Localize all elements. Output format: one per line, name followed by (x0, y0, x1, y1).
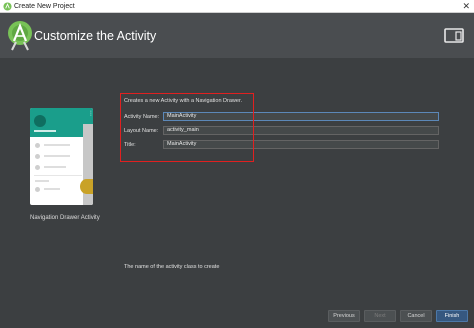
highlight-box (120, 93, 254, 162)
wizard-body: ⋮ Navigation Drawer Activity Creates a n… (0, 58, 474, 304)
window-title: Create New Project (14, 3, 75, 10)
android-studio-logo (8, 21, 32, 51)
fab-icon (80, 179, 93, 194)
window-titlebar: Create New Project ✕ (0, 0, 474, 13)
drawer-header (30, 108, 83, 137)
wizard-footer: Previous Next Cancel Finish (0, 304, 474, 328)
drawer-divider (34, 175, 82, 176)
overflow-menu-icon: ⋮ (88, 111, 93, 117)
page-title: Customize the Activity (34, 29, 157, 43)
close-icon[interactable]: ✕ (462, 0, 470, 12)
tablet-device-icon (444, 28, 464, 43)
next-button[interactable]: Next (364, 310, 396, 322)
drawer-item-icon (35, 143, 40, 148)
previous-button[interactable]: Previous (328, 310, 360, 322)
field-hint: The name of the activity class to create (124, 264, 220, 270)
drawer-section-line (35, 180, 49, 182)
finish-button[interactable]: Finish (436, 310, 468, 322)
drawer-item-line (44, 188, 60, 190)
drawer-item-icon (35, 154, 40, 159)
drawer-header-line (34, 130, 56, 132)
cancel-button[interactable]: Cancel (400, 310, 432, 322)
template-name: Navigation Drawer Activity (30, 215, 100, 221)
drawer-item-icon (35, 165, 40, 170)
drawer-item-line (44, 166, 66, 168)
drawer-item-line (44, 144, 70, 146)
drawer-item-icon (35, 187, 40, 192)
avatar (34, 115, 46, 127)
wizard-header: Customize the Activity (0, 13, 474, 58)
drawer-item-line (44, 155, 70, 157)
android-studio-icon (3, 2, 12, 11)
